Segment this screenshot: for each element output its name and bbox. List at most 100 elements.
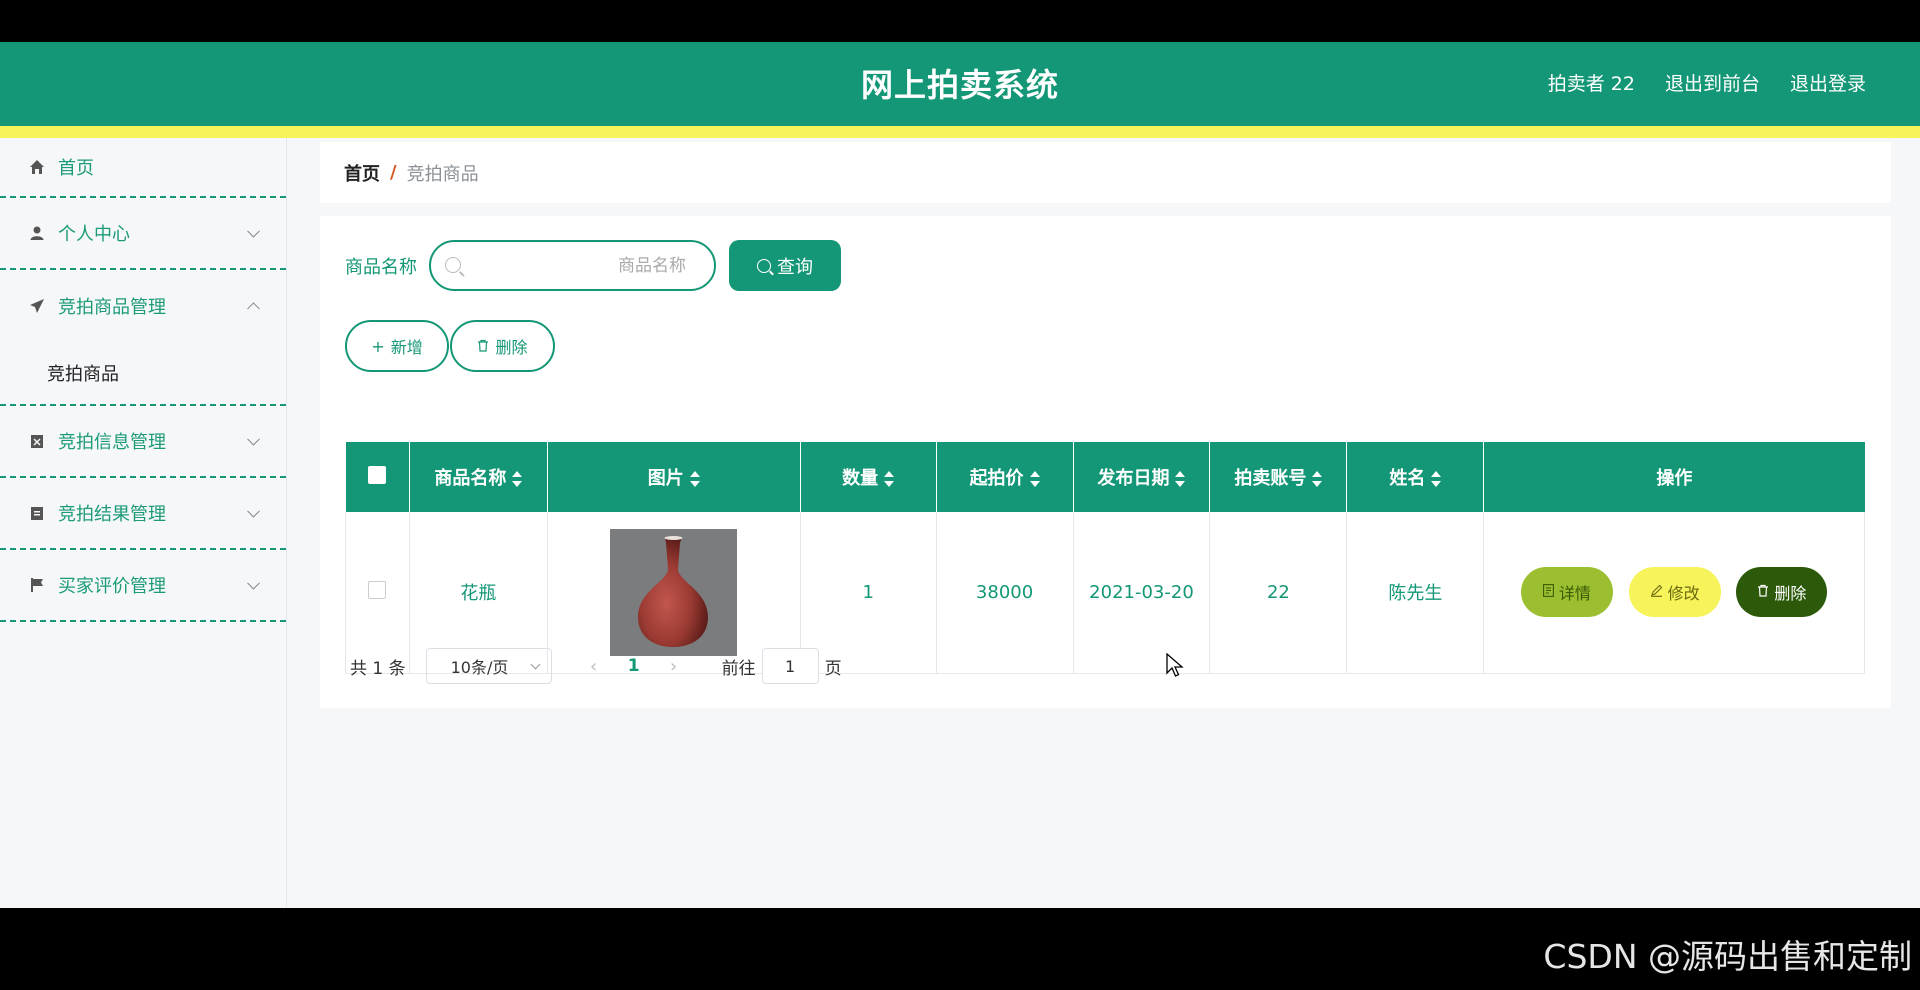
- column-header-image[interactable]: 图片: [547, 442, 801, 512]
- add-button[interactable]: + 新增: [345, 320, 449, 372]
- sort-icon[interactable]: [689, 471, 700, 487]
- pencil-icon: [1650, 584, 1663, 601]
- top-links: 拍卖者 22 退出到前台 退出登录: [1548, 69, 1866, 96]
- detail-button[interactable]: 详情: [1520, 567, 1613, 618]
- sidebar-subitem-auction-goods[interactable]: 竞拍商品: [0, 342, 286, 406]
- page-size-select[interactable]: 10条/页: [425, 648, 552, 684]
- clipboard-icon: [28, 504, 46, 522]
- goods-table: 商品名称 图片 数量 起拍价 发布日期 拍卖账号 姓名 操作 花瓶 1 3800…: [345, 442, 1865, 674]
- query-button-label: 查询: [777, 256, 813, 278]
- row-delete-button[interactable]: 删除: [1736, 567, 1828, 618]
- sidebar: 首页 个人中心 竞拍商品管理 竞拍商品 竞拍信息管理 竞拍结果管理 买家评价管理: [0, 138, 287, 908]
- search-icon: [445, 257, 461, 273]
- column-header-date[interactable]: 发布日期: [1073, 442, 1211, 512]
- main-panel: 商品名称 查询 + 新增 删除: [320, 216, 1891, 708]
- sidebar-item-label: 竞拍信息管理: [58, 432, 166, 453]
- search-input[interactable]: [471, 242, 706, 289]
- chevron-down-icon: [247, 224, 260, 238]
- current-user-label[interactable]: 拍卖者 22: [1548, 69, 1635, 96]
- sort-icon[interactable]: [1431, 471, 1442, 487]
- page-size-value: 10条/页: [450, 658, 509, 677]
- detail-button-label: 详情: [1558, 584, 1591, 604]
- sidebar-item-auction-info-mgmt[interactable]: 竞拍信息管理: [0, 406, 286, 478]
- user-icon: [28, 224, 46, 242]
- column-header-person[interactable]: 姓名: [1346, 442, 1485, 512]
- column-label: 图片: [647, 468, 684, 489]
- column-label: 拍卖账号: [1234, 468, 1307, 489]
- goto-page-input[interactable]: [761, 648, 819, 684]
- query-button[interactable]: 查询: [729, 240, 841, 291]
- sidebar-item-label: 竞拍商品管理: [58, 297, 166, 318]
- column-header-quantity[interactable]: 数量: [800, 442, 937, 512]
- column-label: 起拍价: [969, 468, 1024, 489]
- sidebar-item-label: 首页: [58, 158, 94, 179]
- action-row: + 新增 删除: [345, 320, 555, 372]
- edit-button[interactable]: 修改: [1628, 567, 1721, 618]
- breadcrumb-current: 竞拍商品: [406, 163, 479, 185]
- column-label: 商品名称: [434, 468, 507, 489]
- paper-plane-icon: [28, 297, 46, 315]
- sidebar-item-home[interactable]: 首页: [0, 138, 286, 198]
- pagination: 共 1 条 10条/页 ‹ 1 › 前往 页: [350, 648, 842, 684]
- column-label: 发布日期: [1097, 468, 1170, 489]
- column-header-account[interactable]: 拍卖账号: [1209, 442, 1348, 512]
- page-number-current[interactable]: 1: [610, 656, 658, 676]
- cell-person: 陈先生: [1346, 512, 1485, 674]
- next-page-button[interactable]: ›: [658, 656, 690, 677]
- edit-button-label: 修改: [1667, 584, 1700, 604]
- sidebar-item-profile[interactable]: 个人中心: [0, 198, 286, 270]
- column-label: 姓名: [1389, 468, 1426, 489]
- row-delete-label: 删除: [1774, 584, 1807, 604]
- search-label: 商品名称: [345, 256, 417, 278]
- column-label: 操作: [1656, 468, 1693, 489]
- cell-operations: 详情 修改 删除: [1483, 512, 1865, 674]
- cell-account: 22: [1209, 512, 1348, 674]
- add-button-label: 新增: [390, 338, 423, 357]
- batch-delete-button[interactable]: 删除: [450, 320, 555, 372]
- row-checkbox[interactable]: [368, 580, 387, 599]
- sidebar-item-buyer-review-mgmt[interactable]: 买家评价管理: [0, 550, 286, 622]
- chevron-up-icon: [247, 302, 260, 316]
- vase-image[interactable]: [610, 528, 738, 656]
- plus-icon: +: [371, 336, 385, 356]
- sort-icon[interactable]: [1312, 471, 1323, 487]
- pagination-total: 共 1 条: [350, 658, 406, 679]
- table-header-row: 商品名称 图片 数量 起拍价 发布日期 拍卖账号 姓名 操作: [345, 442, 1865, 512]
- mouse-cursor-icon: [1166, 653, 1184, 677]
- goto-suffix: 页: [824, 658, 842, 679]
- flag-icon: [28, 576, 46, 594]
- app-window: 网上拍卖系统 拍卖者 22 退出到前台 退出登录 首页 个人中心 竞拍商品管理: [0, 42, 1920, 908]
- select-all-cell[interactable]: [345, 442, 410, 512]
- trash-icon: [477, 337, 489, 356]
- sidebar-item-auction-goods-mgmt[interactable]: 竞拍商品管理: [0, 270, 286, 342]
- header-stripe: [0, 126, 1920, 138]
- cell-date: 2021-03-20: [1073, 512, 1211, 674]
- top-bar: 网上拍卖系统 拍卖者 22 退出到前台 退出登录: [0, 42, 1920, 126]
- breadcrumb: 首页 / 竞拍商品: [320, 142, 1891, 203]
- sort-icon[interactable]: [1175, 471, 1186, 487]
- logout-link[interactable]: 退出登录: [1790, 69, 1866, 96]
- sort-icon[interactable]: [884, 471, 895, 487]
- cell-start-price: 38000: [936, 512, 1074, 674]
- sort-icon[interactable]: [512, 471, 523, 487]
- home-icon: [28, 158, 46, 176]
- clipboard-x-icon: [28, 432, 46, 450]
- search-row: 商品名称 查询: [345, 240, 841, 291]
- breadcrumb-home[interactable]: 首页: [344, 160, 380, 186]
- search-field[interactable]: [429, 240, 716, 291]
- sidebar-item-auction-result-mgmt[interactable]: 竞拍结果管理: [0, 478, 286, 550]
- search-icon: [757, 258, 771, 273]
- sort-icon[interactable]: [1029, 471, 1040, 487]
- breadcrumb-separator: /: [390, 162, 397, 183]
- select-all-checkbox[interactable]: [368, 465, 387, 484]
- column-header-name[interactable]: 商品名称: [409, 442, 548, 512]
- sidebar-item-label: 个人中心: [58, 224, 130, 245]
- exit-to-front-link[interactable]: 退出到前台: [1665, 69, 1760, 96]
- sidebar-item-label: 竞拍结果管理: [58, 504, 166, 525]
- chevron-down-icon: [247, 504, 260, 518]
- chevron-down-icon: [247, 432, 260, 446]
- chevron-down-icon: [247, 576, 260, 590]
- column-header-start-price[interactable]: 起拍价: [936, 442, 1074, 512]
- watermark: CSDN @源码出售和定制: [1543, 937, 1912, 976]
- prev-page-button[interactable]: ‹: [578, 656, 610, 677]
